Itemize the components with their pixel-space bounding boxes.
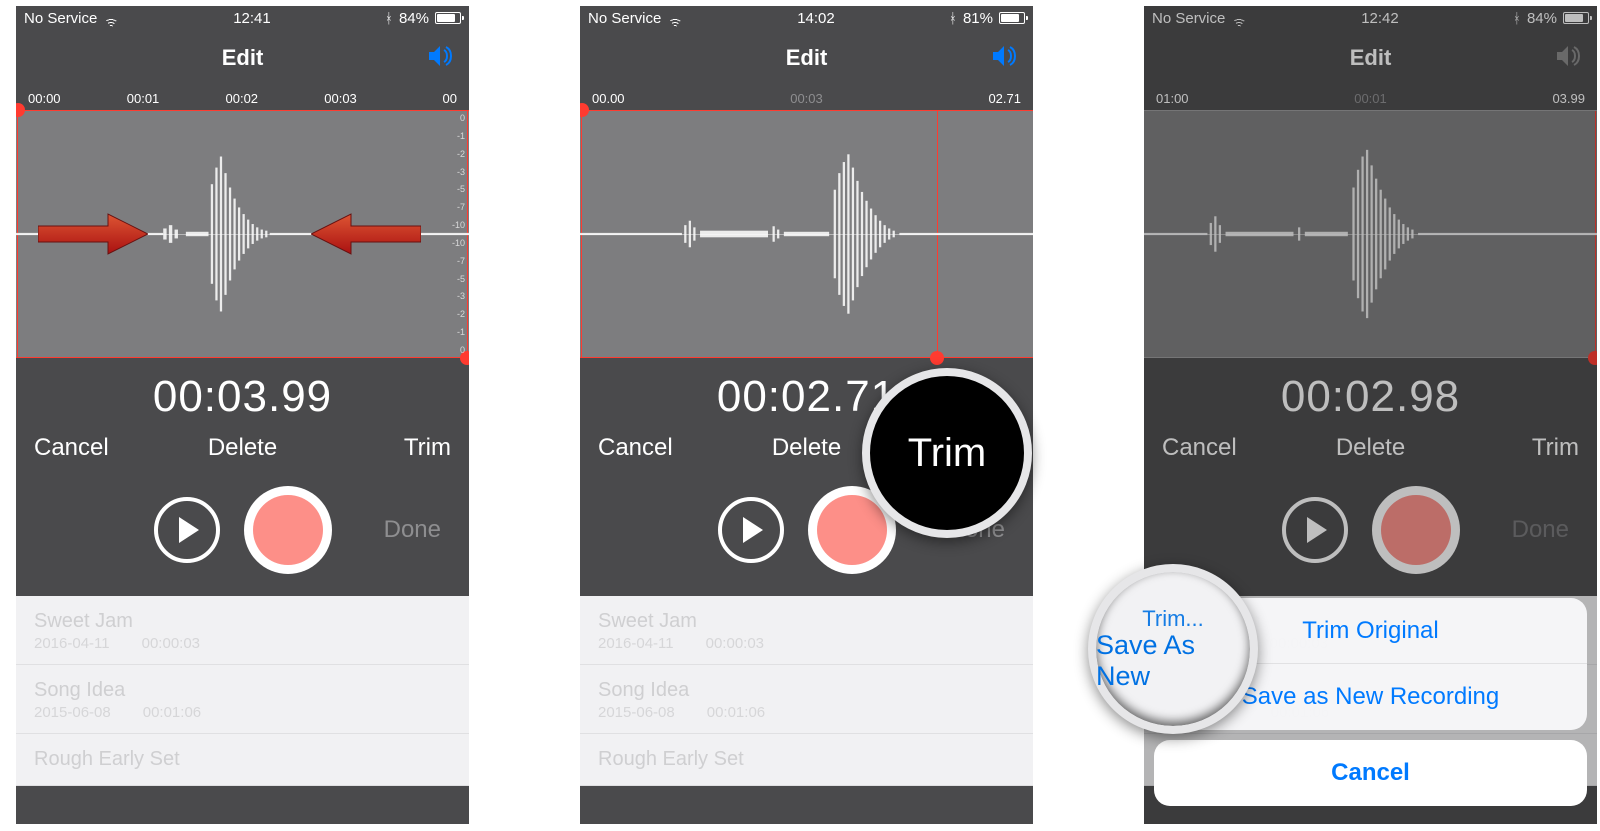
done-button[interactable]: Done (384, 516, 441, 544)
wifi-icon (667, 12, 683, 24)
edit-actions-row: Cancel Delete Trim (16, 428, 469, 474)
cancel-button[interactable]: Cancel (34, 434, 173, 462)
recordings-list: Sweet Jam 2016-04-1100:00:03 Song Idea 2… (16, 596, 469, 786)
battery-icon (435, 12, 461, 24)
sheet-cancel-button[interactable]: Cancel (1154, 740, 1587, 806)
carrier-text: No Service (24, 10, 97, 27)
battery-pct: 81% (963, 10, 993, 27)
time-display: 00:03.99 (16, 358, 469, 428)
clock-text: 14:02 (797, 10, 835, 27)
wifi-icon (103, 12, 119, 24)
screen-1: No Service 12:41 ᚼ 84% Edit 00:00 00:01 … (16, 6, 469, 824)
delete-button[interactable]: Delete (737, 434, 876, 462)
arrow-right-icon (38, 212, 148, 256)
db-scale: 0-1-2-3-5-7-10-10-7-5-3-2-10 (437, 113, 465, 355)
timeline-ruler: 00.00 00:03 02.71 (580, 86, 1033, 110)
magnifier-save-as-new: Trim... Save As New (1088, 564, 1258, 734)
list-item[interactable]: Sweet Jam 2016-04-1100:00:03 (16, 596, 469, 665)
play-button[interactable] (718, 497, 784, 563)
status-bar: No Service 14:02 ᚼ 81% (580, 6, 1033, 30)
playback-controls: Done (16, 474, 469, 596)
waveform-area[interactable]: 0-1-2-3-5-7-10-10-7-5-3-2-10 (16, 110, 469, 358)
waveform-area[interactable] (580, 110, 1033, 358)
bluetooth-icon: ᚼ (385, 10, 393, 26)
magnifier-trim: Trim (862, 368, 1032, 538)
arrow-left-icon (311, 212, 421, 256)
list-item[interactable]: Song Idea 2015-06-0800:01:06 (16, 665, 469, 734)
recordings-list: Sweet Jam2016-04-1100:00:03 Song Idea201… (580, 596, 1033, 786)
play-button[interactable] (154, 497, 220, 563)
waveform (580, 123, 1033, 344)
cancel-button[interactable]: Cancel (598, 434, 737, 462)
bluetooth-icon: ᚼ (949, 10, 957, 26)
page-title: Edit (222, 45, 264, 71)
nav-bar: Edit (580, 30, 1033, 86)
status-bar: No Service 12:41 ᚼ 84% (16, 6, 469, 30)
list-item[interactable]: Sweet Jam2016-04-1100:00:03 (580, 596, 1033, 665)
timeline-ruler: 00:00 00:01 00:02 00:03 00 (16, 86, 469, 110)
nav-bar: Edit (16, 30, 469, 86)
delete-button[interactable]: Delete (173, 434, 312, 462)
list-item[interactable]: Rough Early Set (16, 734, 469, 786)
list-item[interactable]: Rough Early Set (580, 734, 1033, 786)
battery-icon (999, 12, 1025, 24)
list-item[interactable]: Song Idea2015-06-0800:01:06 (580, 665, 1033, 734)
speaker-icon[interactable] (427, 44, 455, 73)
page-title: Edit (786, 45, 828, 71)
record-button[interactable] (244, 486, 332, 574)
trim-button[interactable]: Trim (312, 434, 451, 462)
speaker-icon[interactable] (991, 44, 1019, 73)
clock-text: 12:41 (233, 10, 271, 27)
battery-pct: 84% (399, 10, 429, 27)
carrier-text: No Service (588, 10, 661, 27)
